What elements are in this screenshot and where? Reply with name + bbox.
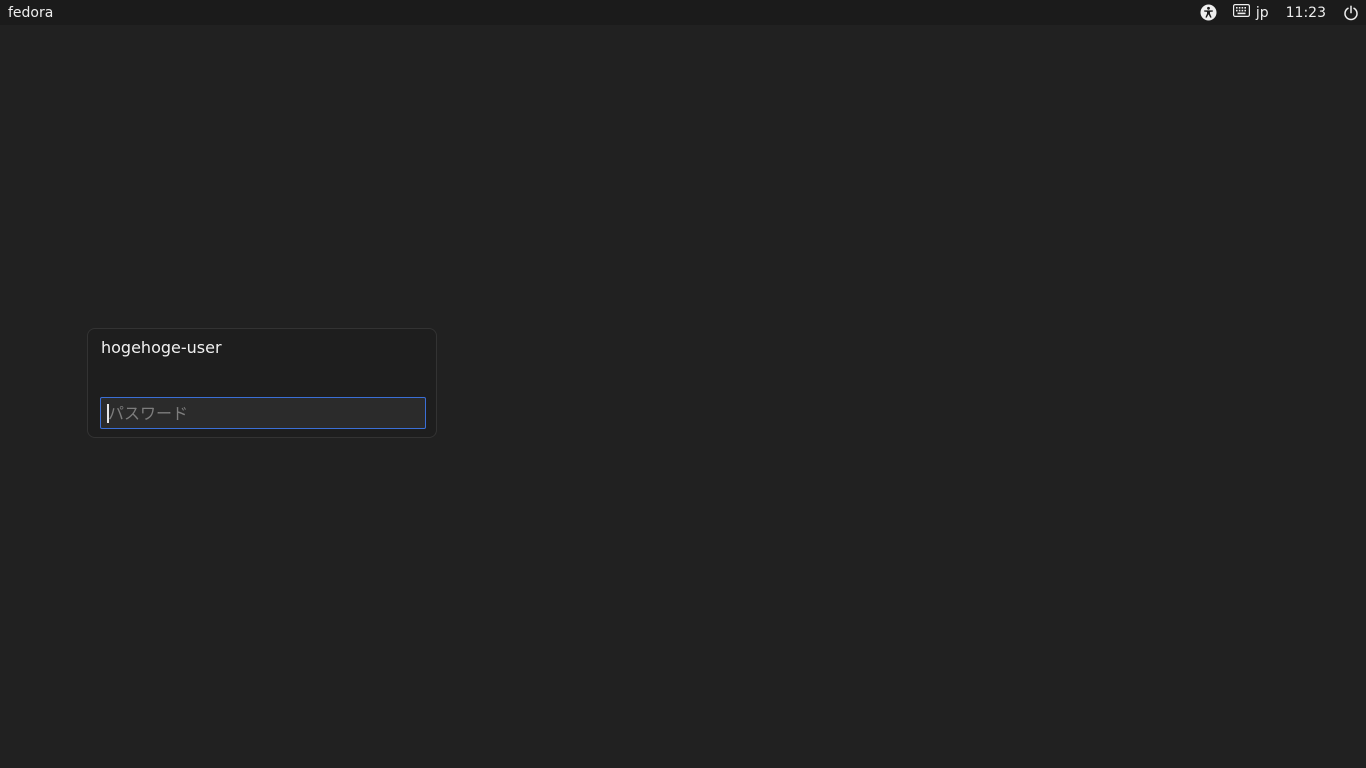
username-label: hogehoge-user — [101, 338, 222, 357]
password-input[interactable] — [100, 397, 426, 429]
power-icon[interactable] — [1343, 4, 1359, 21]
keyboard-icon — [1232, 4, 1250, 21]
keyboard-layout-label: jp — [1255, 4, 1269, 21]
accessibility-icon[interactable] — [1200, 4, 1217, 21]
keyboard-layout-indicator[interactable]: jp — [1232, 4, 1269, 21]
hostname-label: fedora — [8, 4, 54, 21]
text-caret — [107, 404, 109, 423]
system-tray: jp 11:23 — [1200, 0, 1358, 25]
clock[interactable]: 11:23 — [1286, 5, 1326, 21]
top-bar: fedora jp 11:23 — [0, 0, 1366, 25]
login-card: hogehoge-user — [87, 328, 437, 438]
